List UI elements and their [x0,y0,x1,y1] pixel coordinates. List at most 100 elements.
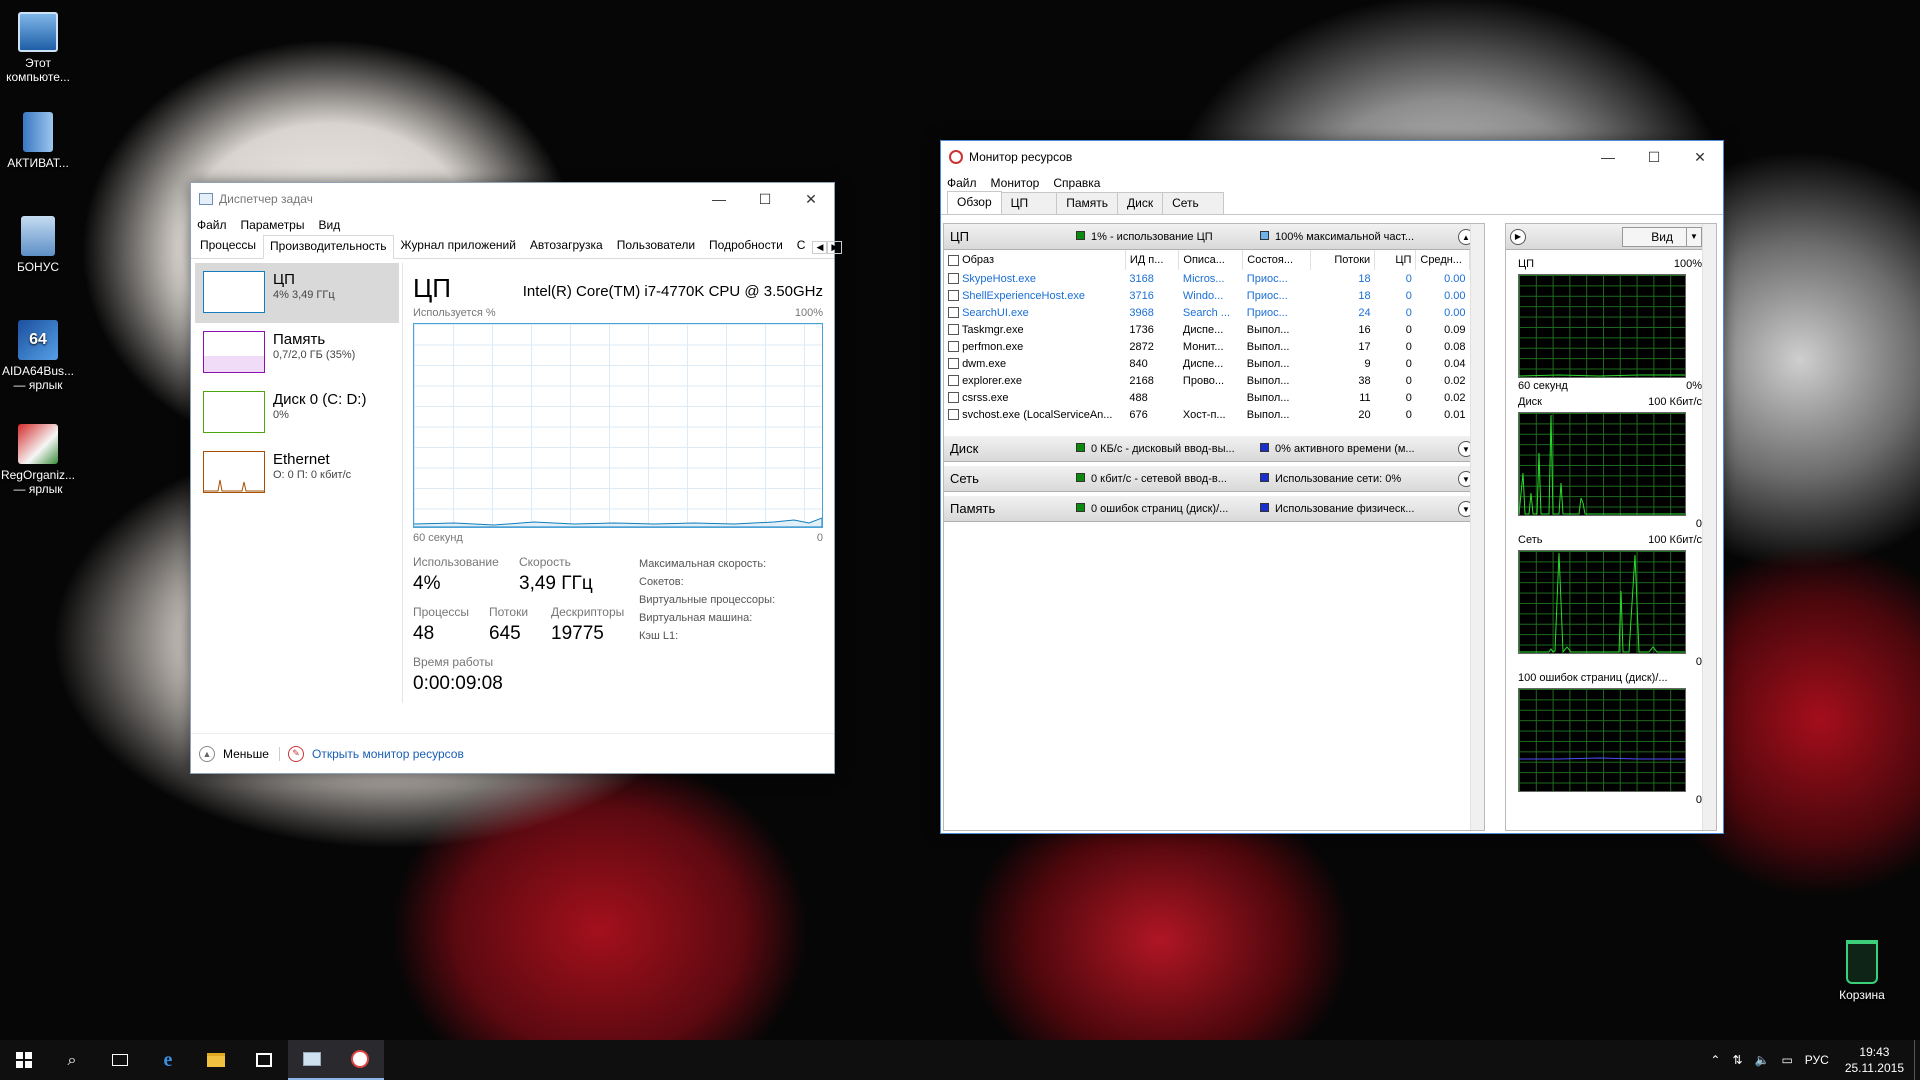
menu-file[interactable]: Файл [947,176,977,190]
language-indicator[interactable]: РУС [1805,1053,1829,1067]
edge-button[interactable]: e [144,1040,192,1080]
table-row[interactable]: dwm.exe 840 Диспе... Выпол... 9 0 0.04 [944,355,1470,372]
close-button[interactable]: ✕ [788,183,834,215]
overview-scrollbar[interactable] [1470,224,1484,830]
task-manager-titlebar[interactable]: Диспетчер задач — ☐ ✕ [191,183,834,215]
desktop-icon-regorganizer[interactable]: RegOrganiz... — ярлык [0,424,76,496]
table-row[interactable]: SearchUI.exe 3968 Search ... Приос... 24 0 0.0… [944,304,1470,321]
disk-section-header[interactable]: Диск 0 КБ/с - дисковый ввод-вы... 0% актив… [944,436,1484,462]
taskbar-task-manager[interactable] [288,1040,336,1080]
maximize-button[interactable]: ☐ [742,183,788,215]
row-checkbox[interactable] [948,375,959,387]
table-row[interactable]: svchost.exe (LocalServiceAn... 676 Хост-п.… [944,406,1470,423]
row-checkbox[interactable] [948,307,959,319]
menu-view[interactable]: Вид [318,218,340,232]
select-all-checkbox[interactable] [948,254,959,266]
process-description: Micros... [1182,272,1225,285]
table-row[interactable]: csrss.exe 488 Выпол... 11 0 0.02 [944,389,1470,406]
row-checkbox[interactable] [948,358,959,370]
graph-y-label: Используется % [413,307,496,319]
desktop-icon-sublabel: — ярлык [13,482,63,496]
memory-section-header[interactable]: Память 0 ошибок страниц (диск)/... Использ… [944,496,1484,522]
desktop-icon-this-pc[interactable]: Этот компьюте... [0,12,76,84]
start-button[interactable] [0,1040,48,1080]
disk-graph-line [1518,414,1685,515]
tab-disk[interactable]: Диск [1116,192,1164,214]
table-row[interactable]: ShellExperienceHost.exe 3716 Windo... Приос… [944,287,1470,304]
table-row[interactable]: Taskmgr.exe 1736 Диспе... Выпол... 16 0 0.09 [944,321,1470,338]
close-button[interactable]: ✕ [1677,141,1723,173]
tab-app-history[interactable]: Журнал приложений [394,234,523,258]
menu-options[interactable]: Параметры [241,218,305,232]
tab-scroll-right-icon[interactable]: ▶ [827,241,843,254]
row-checkbox[interactable] [948,324,959,336]
row-checkbox[interactable] [948,341,959,353]
row-checkbox[interactable] [948,392,959,404]
minimize-button[interactable]: — [696,183,742,215]
show-desktop-button[interactable] [1914,1040,1920,1080]
chevron-right-icon[interactable]: ▶ [1510,228,1526,245]
tab-services[interactable]: С [790,234,813,258]
row-checkbox[interactable] [948,409,959,421]
volume-icon[interactable]: 🔈 [1755,1053,1770,1067]
taskbar-resource-monitor[interactable] [336,1040,384,1080]
desktop-icon-recycle-bin[interactable]: Корзина [1824,940,1900,1002]
sidebar-item-disk[interactable]: Диск 0 (C: D:) 0% [195,383,399,443]
tab-cpu[interactable]: ЦП [1000,192,1058,214]
info-max-speed: Максимальная скорость: [639,558,767,570]
tab-memory[interactable]: Память [1056,192,1118,214]
tab-processes[interactable]: Процессы [193,234,263,258]
row-checkbox[interactable] [948,273,959,285]
cpu-usage-line [413,517,823,528]
column-average[interactable]: Средн... [1415,250,1470,270]
task-view-button[interactable] [96,1040,144,1080]
chevron-up-icon[interactable]: ▲ [199,745,215,762]
column-image[interactable]: Образ [944,250,1126,270]
table-row[interactable]: perfmon.exe 2872 Монит... Выпол... 17 0 0.08 [944,338,1470,355]
tab-users[interactable]: Пользователи [610,234,702,258]
resource-monitor-titlebar[interactable]: Монитор ресурсов — ☐ ✕ [941,141,1723,173]
view-button[interactable]: Вид ▼ [1622,226,1702,247]
desktop-icon-bonus[interactable]: БОНУС [0,216,76,274]
row-checkbox[interactable] [948,290,959,302]
column-cpu[interactable]: ЦП [1374,250,1417,270]
store-button[interactable] [240,1040,288,1080]
tab-details[interactable]: Подробности [702,234,790,258]
column-description[interactable]: Описа... [1178,250,1244,270]
column-status[interactable]: Состоя... [1242,250,1312,270]
fewer-details-button[interactable]: Меньше [223,747,269,761]
network-icon[interactable]: ⇅ [1732,1053,1742,1067]
open-resource-monitor-link[interactable]: Открыть монитор ресурсов [312,747,464,761]
menu-file[interactable]: Файл [197,218,227,232]
maximize-button[interactable]: ☐ [1631,141,1677,173]
sidebar-item-cpu[interactable]: ЦП 4% 3,49 ГГц [195,263,399,323]
cpu-section-header[interactable]: ЦП 1% - использование ЦП 100% максимальн… [944,224,1484,250]
tab-network[interactable]: Сеть [1162,192,1224,214]
chevron-up-icon[interactable]: ⌃ [1710,1053,1720,1067]
process-name: Taskmgr.exe [944,321,1125,338]
notifications-icon[interactable]: ▭ [1781,1053,1792,1067]
sidebar-item-ethernet[interactable]: Ethernet О: 0 П: 0 кбит/с [195,443,399,503]
explorer-button[interactable] [192,1040,240,1080]
desktop-icon-activator[interactable]: АКТИВАТ... [0,112,76,170]
tab-overview[interactable]: Обзор [947,191,1002,214]
table-row[interactable]: explorer.exe 2168 Прово... Выпол... 38 0 0.02 [944,372,1470,389]
column-threads[interactable]: Потоки [1310,250,1376,270]
search-button[interactable]: ⌕ [48,1040,96,1080]
graphs-scrollbar[interactable] [1702,224,1716,830]
tab-startup[interactable]: Автозагрузка [523,234,610,258]
menu-help[interactable]: Справка [1053,176,1100,190]
column-pid[interactable]: ИД п... [1125,250,1180,270]
task-view-icon [112,1054,128,1066]
processes-label: Процессы [413,605,470,619]
table-row[interactable]: SkypeHost.exe 3168 Micros... Приос... 18 0 0.0… [944,270,1470,287]
desktop-icon-aida64[interactable]: 64 AIDA64Bus... — ярлык [0,320,76,392]
tab-scroll-left-icon[interactable]: ◀ [812,241,828,254]
sidebar-item-memory[interactable]: Память 0,7/2,0 ГБ (35%) [195,323,399,383]
minimize-button[interactable]: — [1585,141,1631,173]
tab-performance[interactable]: Производительность [263,235,394,259]
dropdown-icon[interactable]: ▼ [1686,226,1702,247]
network-section-header[interactable]: Сеть 0 кбит/с - сетевой ввод-в... Использо… [944,466,1484,492]
clock[interactable]: 19:43 25.11.2015 [1845,1044,1904,1076]
menu-monitor[interactable]: Монитор [991,176,1040,190]
